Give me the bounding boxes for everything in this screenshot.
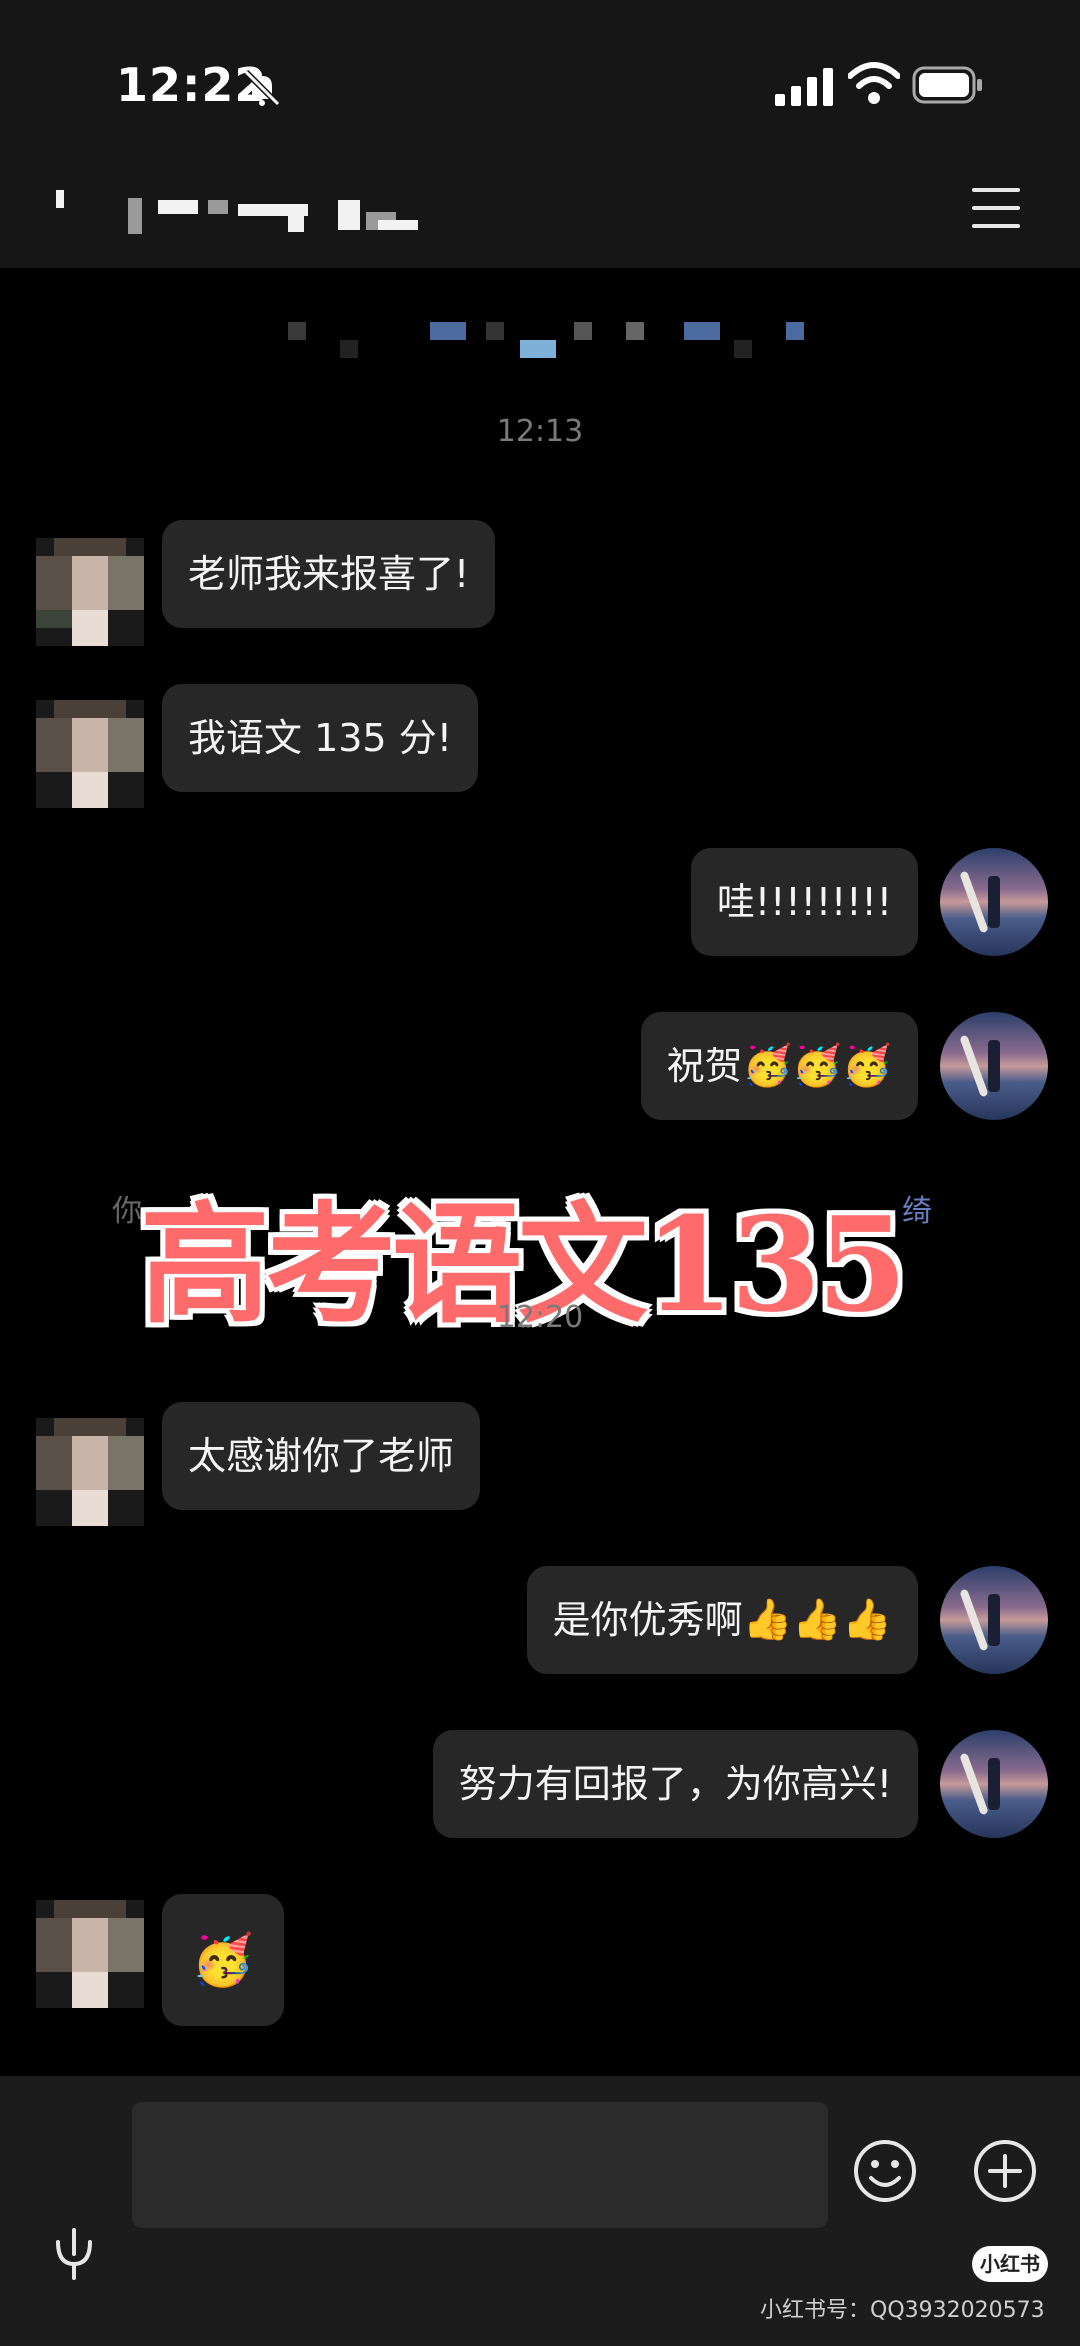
message-bubble-incoming[interactable]: 太感谢你了老师: [162, 1402, 481, 1510]
contact-avatar[interactable]: [36, 1900, 144, 2008]
message-text: 是你优秀啊: [552, 1598, 743, 1642]
timestamp: 12:13: [496, 414, 584, 449]
system-notice-link[interactable]: 绮: [902, 1194, 932, 1229]
thumbs-up-emoji: 👍👍👍: [742, 1597, 892, 1643]
battery-icon: [912, 66, 982, 104]
pixelated-notice: [280, 320, 820, 360]
contact-avatar[interactable]: [36, 538, 144, 646]
watermark-text: 小红书号：QQ3932020573: [760, 2298, 1045, 2323]
message-bubble-outgoing[interactable]: 祝贺🥳🥳🥳: [640, 1012, 918, 1120]
bell-muted-icon: [243, 69, 281, 107]
message-bubble-incoming[interactable]: 🥳: [162, 1894, 284, 2026]
microphone-icon[interactable]: [44, 2224, 104, 2284]
my-avatar[interactable]: [940, 848, 1048, 956]
xiaohongshu-logo: 小红书: [972, 2246, 1048, 2282]
wifi-icon: [848, 62, 900, 104]
cellular-signal-icon: [775, 68, 833, 106]
timestamp: 12:20: [496, 1300, 584, 1335]
message-input[interactable]: [132, 2102, 828, 2228]
celebration-emoji: 🥳🥳🥳: [742, 1043, 892, 1089]
chat-title-pixelated: [48, 190, 438, 234]
top-bar: 12:22: [0, 0, 1080, 268]
contact-avatar[interactable]: [36, 1418, 144, 1526]
smiley-icon[interactable]: [852, 2138, 918, 2204]
message-bubble-incoming[interactable]: 老师我来报喜了!: [162, 520, 496, 628]
hamburger-menu-icon[interactable]: [972, 188, 1022, 228]
my-avatar[interactable]: [940, 1566, 1048, 1674]
message-text: 祝贺: [666, 1044, 743, 1088]
chat-screen: 12:22 12:13 老师我来报喜了! 我语文 135 分! 哇!!!!!!!…: [0, 0, 1080, 2346]
message-bubble-outgoing[interactable]: 哇!!!!!!!!!: [690, 848, 918, 956]
contact-avatar[interactable]: [36, 700, 144, 808]
message-bubble-incoming[interactable]: 我语文 135 分!: [162, 684, 478, 792]
celebration-emoji: 🥳: [191, 1931, 255, 1989]
my-avatar[interactable]: [940, 1730, 1048, 1838]
plus-icon[interactable]: [972, 2138, 1038, 2204]
system-notice-prefix: 你: [112, 1194, 142, 1229]
message-bubble-outgoing[interactable]: 是你优秀啊👍👍👍: [526, 1566, 918, 1674]
my-avatar[interactable]: [940, 1012, 1048, 1120]
message-bubble-outgoing[interactable]: 努力有回报了，为你高兴!: [432, 1730, 918, 1838]
